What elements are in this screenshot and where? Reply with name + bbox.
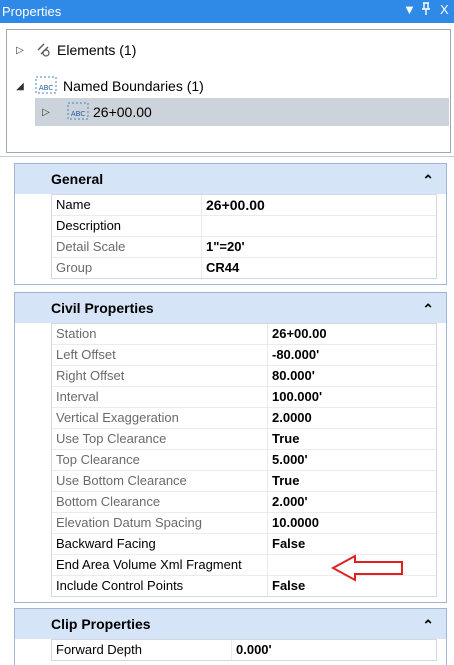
group-title: Clip Properties (51, 616, 151, 632)
property-label: Right Offset (52, 366, 268, 386)
property-value[interactable] (202, 216, 206, 236)
property-label: Station (52, 324, 268, 344)
property-row-group[interactable]: Group CR44 (52, 258, 436, 278)
chevron-up-icon[interactable]: ⌃ (422, 610, 434, 640)
property-value[interactable]: 5.000' (268, 450, 308, 470)
tree-item-elements[interactable]: ▷ Elements (1) (7, 38, 447, 62)
expand-icon[interactable]: ▷ (39, 107, 53, 118)
property-row[interactable]: Vertical Exaggeration 2.0000 (52, 408, 436, 429)
property-label: Bottom Clearance (52, 492, 268, 512)
property-value[interactable]: False (268, 534, 305, 554)
tree-item-label: 26+00.00 (93, 104, 152, 120)
property-row-description[interactable]: Description (52, 216, 436, 237)
property-row[interactable]: Use Top Clearance True (52, 429, 436, 450)
property-value[interactable] (268, 555, 272, 575)
property-row[interactable]: Bottom Clearance 2.000' (52, 492, 436, 513)
named-boundary-icon: ABC (67, 102, 89, 123)
property-value[interactable]: 10.0000 (268, 513, 319, 533)
expand-icon[interactable]: ▷ (13, 45, 27, 56)
close-icon[interactable]: X (440, 2, 449, 17)
collapse-icon[interactable]: ◢ (13, 81, 27, 92)
property-row[interactable]: Left Offset -80.000' (52, 345, 436, 366)
property-row[interactable]: Top Clearance 5.000' (52, 450, 436, 471)
property-row[interactable]: Interval 100.000' (52, 387, 436, 408)
svg-text:ABC: ABC (71, 110, 85, 118)
property-label: Top Clearance (52, 450, 268, 470)
property-value[interactable]: 2.000' (268, 492, 308, 512)
property-row[interactable]: Station 26+00.00 (52, 324, 436, 345)
property-label: Left Offset (52, 345, 268, 365)
property-label: Vertical Exaggeration (52, 408, 268, 428)
civil-properties-header[interactable]: Civil Properties ⌃ (15, 293, 446, 323)
selection-tree: ▷ Elements (1) ◢ ABC Named Boundaries (1… (6, 29, 451, 153)
property-value[interactable]: CR44 (202, 258, 239, 278)
tree-item-named-boundaries[interactable]: ◢ ABC Named Boundaries (1) (7, 74, 447, 98)
property-value[interactable]: 26+00.00 (202, 195, 265, 215)
property-label: Interval (52, 387, 268, 407)
property-value[interactable]: 80.000' (268, 366, 315, 386)
property-label: Detail Scale (52, 237, 202, 257)
clip-properties-group: Clip Properties ⌃ Forward Depth 0.000' (14, 608, 447, 665)
property-row[interactable]: Use Bottom Clearance True (52, 471, 436, 492)
svg-text:ABC: ABC (39, 84, 53, 92)
property-label: End Area Volume Xml Fragment (52, 555, 268, 575)
general-group: General ⌃ Name 26+00.00 Description Deta… (14, 163, 447, 285)
dropdown-icon[interactable]: ▼ (403, 2, 416, 17)
property-row-name[interactable]: Name 26+00.00 (52, 195, 436, 216)
chevron-up-icon[interactable]: ⌃ (422, 294, 434, 324)
property-label: Use Top Clearance (52, 429, 268, 449)
property-value[interactable]: 100.000' (268, 387, 322, 407)
pin-icon[interactable] (421, 2, 431, 19)
tree-item-label: Named Boundaries (1) (63, 78, 204, 94)
clip-properties-header[interactable]: Clip Properties ⌃ (15, 609, 446, 639)
property-label: Group (52, 258, 202, 278)
property-value[interactable]: 1"=20' (202, 237, 245, 257)
property-label: Description (52, 216, 202, 236)
property-label: Include Control Points (52, 576, 268, 596)
property-label: Name (52, 195, 202, 215)
property-value[interactable]: 26+00.00 (268, 324, 327, 344)
group-title: Civil Properties (51, 300, 154, 316)
property-row-forward-depth[interactable]: Forward Depth 0.000' (52, 640, 436, 660)
clip-rows: Forward Depth 0.000' (51, 639, 437, 661)
splitter[interactable] (0, 156, 454, 157)
property-value[interactable]: -80.000' (268, 345, 319, 365)
property-label: Elevation Datum Spacing (52, 513, 268, 533)
property-value[interactable]: 0.000' (232, 640, 272, 660)
property-row[interactable]: Right Offset 80.000' (52, 366, 436, 387)
tree-item-label: Elements (1) (57, 42, 137, 58)
window-title: Properties (2, 4, 62, 19)
property-label: Use Bottom Clearance (52, 471, 268, 491)
tree-item-boundary-2600[interactable]: ▷ ABC 26+00.00 (35, 98, 449, 126)
property-value[interactable]: 2.0000 (268, 408, 312, 428)
chevron-up-icon[interactable]: ⌃ (422, 165, 434, 195)
elements-icon (35, 41, 51, 60)
annotation-arrow-icon (331, 554, 403, 582)
named-boundary-icon: ABC (35, 76, 57, 97)
property-row[interactable]: Elevation Datum Spacing 10.0000 (52, 513, 436, 534)
property-label: Forward Depth (52, 640, 232, 660)
property-value[interactable]: False (268, 576, 305, 596)
property-label: Backward Facing (52, 534, 268, 554)
property-value[interactable]: True (268, 471, 299, 491)
general-rows: Name 26+00.00 Description Detail Scale 1… (51, 194, 437, 279)
property-row-detail-scale[interactable]: Detail Scale 1"=20' (52, 237, 436, 258)
general-header[interactable]: General ⌃ (15, 164, 446, 194)
property-value[interactable]: True (268, 429, 299, 449)
properties-titlebar: Properties ▼ X (0, 0, 454, 23)
group-title: General (51, 171, 104, 187)
property-row[interactable]: Backward Facing False (52, 534, 436, 555)
